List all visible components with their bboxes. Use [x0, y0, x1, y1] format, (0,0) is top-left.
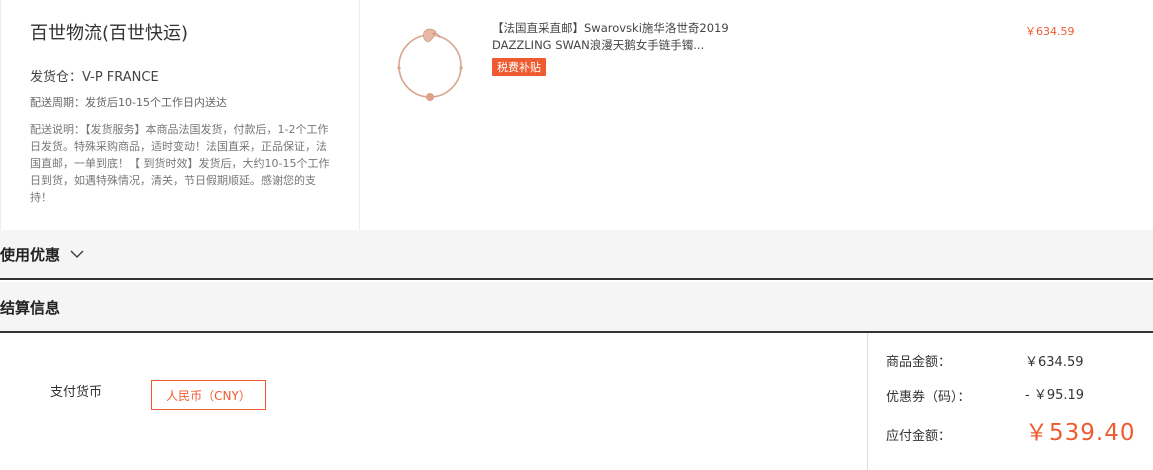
payable-amount-label: 应付金额： — [886, 429, 952, 444]
coupon-section-title[interactable]: 使用优惠 — [0, 244, 60, 265]
shipping-note: 配送说明：【发货服务】本商品法国发货，付款后，1-2个工作日发货。特殊采购商品，… — [30, 123, 330, 204]
settlement-section-title: 结算信息 — [0, 299, 61, 317]
shipping-period: 配送周期：发货后10-15个工作日内送达 — [30, 96, 227, 109]
product-price: ￥634.59 — [1025, 25, 1075, 38]
coupon-section[interactable] — [0, 230, 1153, 280]
product-title[interactable]: 【法国直采直邮】Swarovski施华洛世奇2019 DAZZLING SWAN… — [492, 20, 752, 54]
payment-currency-label: 支付货币 — [50, 385, 103, 400]
chevron-down-icon[interactable] — [70, 247, 84, 261]
bracelet-image[interactable] — [388, 22, 472, 106]
shipping-method-title: 百世物流(百世快运) — [30, 23, 189, 44]
goods-amount-label: 商品金额： — [886, 355, 952, 370]
coupon-amount-value: - ￥95.19 — [1025, 388, 1085, 403]
shipping-warehouse: 发货仓：V-P FRANCE — [30, 70, 159, 85]
payable-amount-value: ￥539.40 — [1025, 420, 1136, 446]
currency-option-cny[interactable]: 人民币（CNY） — [151, 380, 266, 410]
settlement-section — [0, 282, 1153, 333]
tax-subsidy-badge: 税费补贴 — [492, 58, 546, 76]
coupon-amount-label: 优惠券（码）： — [886, 390, 971, 405]
goods-amount-value: ￥634.59 — [1025, 355, 1084, 370]
